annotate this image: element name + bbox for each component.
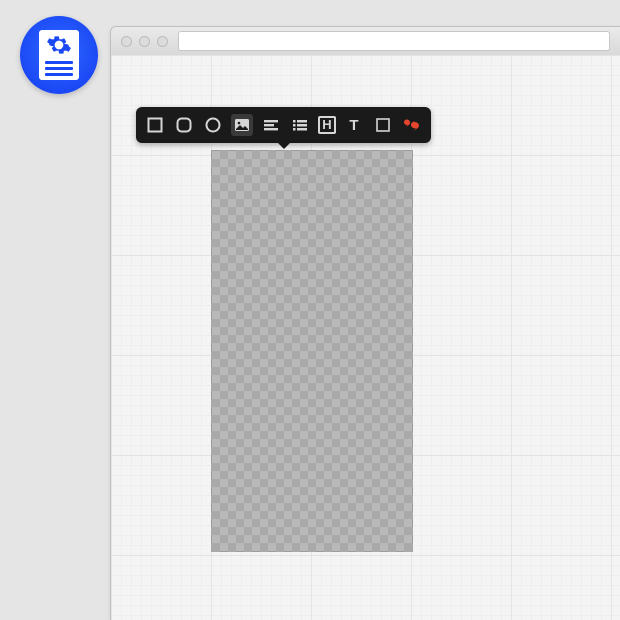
shape-toolbar: H T <box>136 107 431 143</box>
container-icon[interactable] <box>372 114 394 136</box>
window-traffic-lights[interactable] <box>121 36 168 47</box>
traffic-light-minimize-icon[interactable] <box>139 36 150 47</box>
align-left-icon[interactable] <box>260 114 282 136</box>
square-shape-icon[interactable] <box>144 114 166 136</box>
artboard[interactable] <box>211 150 413 552</box>
gear-icon <box>46 32 72 58</box>
url-bar[interactable] <box>178 31 610 51</box>
window-titlebar <box>111 27 620 56</box>
comment-icon[interactable] <box>401 114 423 136</box>
image-icon[interactable] <box>231 114 253 136</box>
text-icon[interactable]: T <box>343 114 365 136</box>
traffic-light-close-icon[interactable] <box>121 36 132 47</box>
list-icon[interactable] <box>289 114 311 136</box>
editor-window: H T <box>110 26 620 620</box>
canvas-grid[interactable]: H T <box>111 55 620 620</box>
circle-shape-icon[interactable] <box>202 114 224 136</box>
heading-icon[interactable]: H <box>318 116 336 134</box>
app-icon <box>20 16 98 94</box>
traffic-light-zoom-icon[interactable] <box>157 36 168 47</box>
rounded-square-shape-icon[interactable] <box>173 114 195 136</box>
